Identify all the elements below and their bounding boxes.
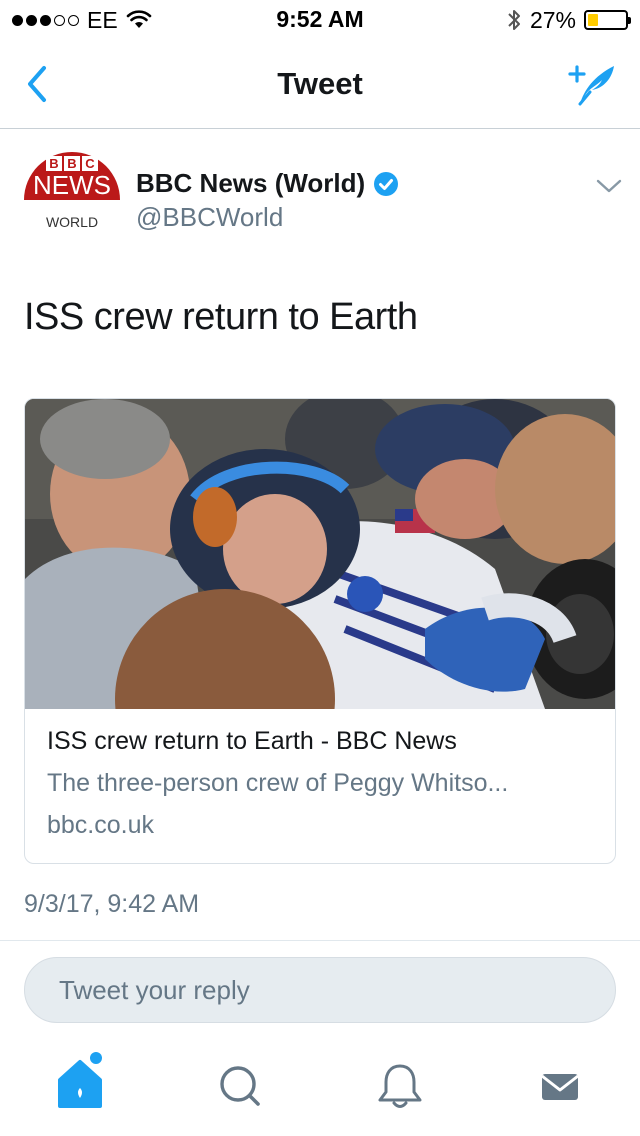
tweet-options-button[interactable] [594,176,624,196]
link-card[interactable]: ISS crew return to Earth - BBC News The … [24,398,616,864]
svg-text:B: B [49,156,58,171]
tab-notifications[interactable] [360,1050,440,1130]
bbc-news-world-logo: B B C NEWS WORLD [24,152,120,230]
bluetooth-icon [508,10,520,30]
svg-text:C: C [85,156,95,171]
compose-tweet-button[interactable] [568,58,618,110]
author-handle[interactable]: @BBCWorld [136,202,283,233]
tweet-text: ISS crew return to Earth [24,296,418,338]
compose-tweet-icon [568,65,614,106]
tweet-header: B B C NEWS WORLD BBC News (World) @BBCWo… [24,148,624,248]
tab-messages[interactable] [520,1050,600,1130]
verified-badge-icon [374,171,399,196]
battery-icon [584,10,631,30]
divider [0,940,640,941]
battery-fill [588,14,598,26]
status-right: 27% [506,6,631,34]
page-title: Tweet [277,66,363,101]
tab-search[interactable] [200,1050,280,1130]
svg-text:B: B [67,156,76,171]
chevron-down-icon [596,179,622,193]
mail-icon [541,1074,579,1100]
status-bar: EE 9:52 AM 27% [0,0,640,40]
nav-bar: Tweet [0,40,640,129]
svg-text:WORLD: WORLD [46,214,98,230]
home-icon [58,1052,102,1108]
card-description: The three-person crew of Peggy Whitso... [47,769,509,797]
svg-text:NEWS: NEWS [33,170,111,200]
bell-icon [378,1064,422,1108]
search-icon [220,1066,260,1106]
card-image [25,399,615,709]
battery-percent: 27% [529,6,576,33]
card-domain: bbc.co.uk [47,811,155,839]
tab-bar [0,1050,640,1136]
author-name-row[interactable]: BBC News (World) [136,168,399,199]
reply-placeholder: Tweet your reply [59,974,250,1005]
avatar[interactable]: B B C NEWS WORLD [24,148,120,240]
reply-input[interactable]: Tweet your reply [24,957,616,1023]
tweet-timestamp: 9/3/17, 9:42 AM [24,890,200,918]
author-name: BBC News (World) [136,168,366,198]
card-title: ISS crew return to Earth - BBC News [47,727,457,755]
tab-home[interactable] [40,1050,120,1130]
